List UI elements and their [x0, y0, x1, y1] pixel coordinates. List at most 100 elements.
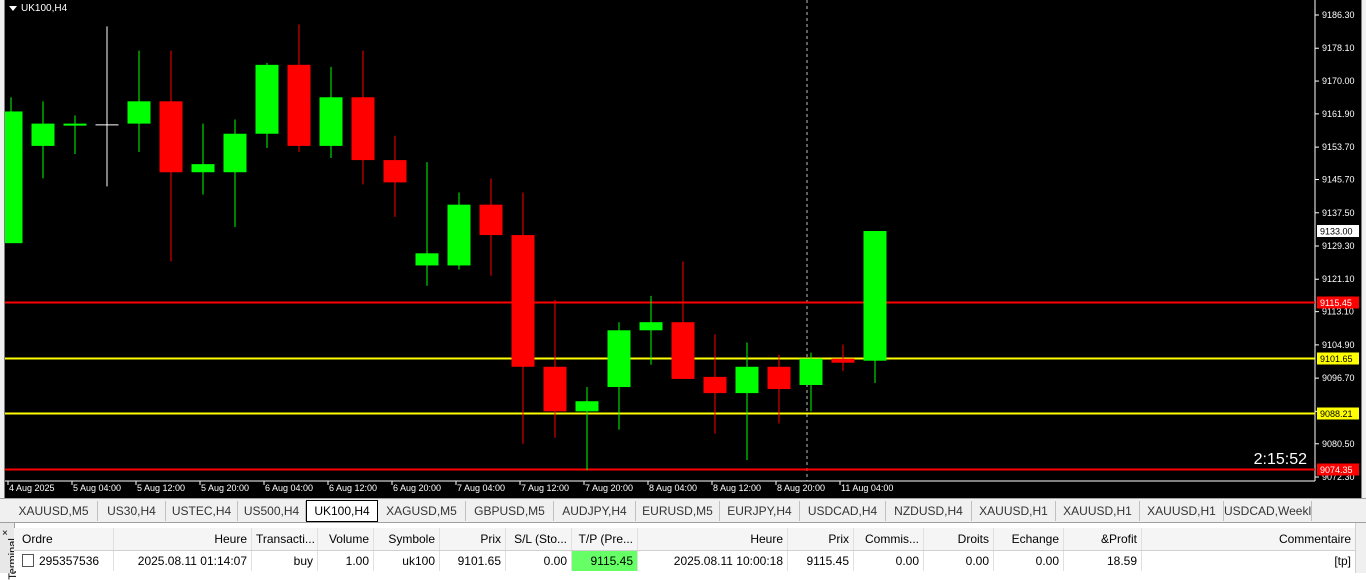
column-header[interactable]: Symbole — [374, 528, 440, 550]
deal-document-icon — [22, 554, 34, 567]
tab-eurusd-m5[interactable]: EURUSD,M5 — [636, 501, 720, 521]
column-header[interactable]: Prix — [440, 528, 506, 550]
table-cell-close-time: 2025.08.11 10:00:18 — [638, 551, 788, 571]
time-axis-label: 8 Aug 04:00 — [649, 483, 697, 493]
candle-bull — [607, 330, 631, 388]
column-header[interactable]: Prix — [788, 528, 854, 550]
column-header[interactable]: Droits — [924, 528, 994, 550]
chart-window[interactable]: 9186.30 9178.10 9170.00 9161.90 9153.70 9145.… — [0, 0, 1366, 498]
time-axis-label: 8 Aug 12:00 — [713, 483, 761, 493]
tab-nzdusd-h4[interactable]: NZDUSD,H4 — [886, 501, 972, 521]
candle-bear — [159, 101, 183, 173]
price-axis-label: 9137.50 — [1322, 208, 1355, 218]
tab-eurjpy-h4[interactable]: EURJPY,H4 — [720, 501, 800, 521]
tab-us30-h4[interactable]: US30,H4 — [98, 501, 166, 521]
candle-bull — [639, 322, 663, 331]
candle-bull — [63, 123, 87, 126]
column-header[interactable]: Heure — [114, 528, 252, 550]
column-header[interactable]: Ordre — [14, 528, 114, 550]
candle-bear — [287, 64, 311, 146]
column-header[interactable]: Volume — [318, 528, 374, 550]
tab-xagusd-m5[interactable]: XAGUSD,M5 — [378, 501, 466, 521]
tab-usdcad-h4[interactable]: USDCAD,H4 — [800, 501, 886, 521]
tab-us500-h4[interactable]: US500,H4 — [238, 501, 306, 521]
chart-tabs-bar: XAUUSD,M5 US30,H4 USTEC,H4 US500,H4 UK100,H4… — [0, 498, 1366, 522]
table-cell-tp: 9115.45 — [572, 551, 638, 571]
time-axis-label: 11 Aug 04:00 — [841, 483, 893, 493]
candle-bear — [703, 376, 727, 394]
candle-bull — [127, 101, 151, 124]
table-cell-volume: 1.00 — [318, 551, 374, 571]
candle-bull — [447, 204, 471, 266]
candle-bear — [351, 97, 375, 161]
price-axis-label: 9153.70 — [1322, 142, 1355, 152]
tab-audjpy-h4[interactable]: AUDJPY,H4 — [554, 501, 636, 521]
tab-gbpusd-m5[interactable]: GBPUSD,M5 — [466, 501, 554, 521]
price-axis-label: 9121.10 — [1322, 274, 1355, 284]
time-axis-label: 6 Aug 04:00 — [265, 483, 313, 493]
order-level-price-label: 9101.65 — [1320, 354, 1353, 364]
chart-area[interactable]: 9186.30 9178.10 9170.00 9161.90 9153.70 9145.… — [4, 0, 1362, 498]
time-axis-label: 7 Aug 20:00 — [585, 483, 633, 493]
current-price-label: 9133.00 — [1320, 227, 1353, 237]
candle-bear — [543, 366, 567, 412]
price-axis-label: 9178.10 — [1322, 43, 1355, 53]
candle-countdown-timer: 2:15:52 — [1253, 451, 1307, 468]
tab-xauusd-h1[interactable]: XAUUSD,H1 — [1140, 501, 1224, 521]
candle-bear — [511, 235, 535, 367]
time-axis-label: 5 Aug 04:00 — [73, 483, 121, 493]
candlestick-chart[interactable]: 9186.30 9178.10 9170.00 9161.90 9153.70 9145.… — [5, 0, 1361, 498]
tab-xauusd-m5[interactable]: XAUUSD,M5 — [10, 501, 98, 521]
chart-symbol-label[interactable]: UK100,H4 — [9, 3, 67, 14]
dropdown-triangle-icon[interactable] — [9, 5, 17, 11]
candle-bull — [191, 164, 215, 173]
table-cell-exchange: 0.00 — [994, 551, 1064, 571]
tab-uk100-h4[interactable]: UK100,H4 — [306, 500, 378, 522]
table-cell-commission: 0.00 — [854, 551, 924, 571]
time-axis-label: 7 Aug 04:00 — [457, 483, 505, 493]
tab-usdcad-weekl[interactable]: USDCAD,Weekl — [1224, 501, 1312, 521]
table-cell-symbol: uk100 — [374, 551, 440, 571]
order-number: 295357536 — [39, 554, 100, 568]
column-header[interactable]: Commis... — [854, 528, 924, 550]
time-axis-label: 5 Aug 20:00 — [201, 483, 249, 493]
column-header[interactable]: Heure — [638, 528, 788, 550]
order-level-price-label: 9115.45 — [1320, 298, 1352, 308]
history-table-header: Ordre Heure Transacti... Volume Symbole Prix S… — [14, 528, 1356, 551]
order-level-price-label: 9074.35 — [1320, 465, 1353, 475]
candle-bear — [479, 204, 503, 236]
price-axis-label: 9129.30 — [1322, 241, 1355, 251]
candle-bull — [735, 366, 759, 394]
tab-xauusd-h1[interactable]: XAUUSD,H1 — [972, 501, 1056, 521]
candle-bull — [799, 358, 823, 386]
column-header[interactable]: &Profit — [1064, 528, 1142, 550]
tab-xauusd-h1[interactable]: XAUUSD,H1 — [1056, 501, 1140, 521]
price-axis-label: 9080.50 — [1322, 439, 1355, 449]
table-cell-sl: 0.00 — [506, 551, 572, 571]
table-cell-open-time: 2025.08.11 01:14:07 — [114, 551, 252, 571]
table-cell-comment: [tp] — [1142, 551, 1356, 571]
time-axis-label: 6 Aug 12:00 — [329, 483, 377, 493]
time-axis-label: 6 Aug 20:00 — [393, 483, 441, 493]
terminal-sidebar: × Terminal — [0, 523, 19, 580]
column-header[interactable]: T/P (Pre... — [572, 528, 638, 550]
candle-bear — [767, 366, 791, 390]
candle-bear — [671, 322, 695, 379]
price-axis-label: 9104.90 — [1322, 340, 1355, 350]
price-axis-label: 9145.70 — [1322, 175, 1355, 185]
price-axis-label: 9186.30 — [1322, 10, 1355, 20]
terminal-scrollbar[interactable] — [1355, 523, 1366, 573]
candle-bull — [223, 133, 247, 173]
candle-bull — [319, 97, 343, 146]
tab-ustec-h4[interactable]: USTEC,H4 — [166, 501, 238, 521]
column-header[interactable]: Transacti... — [252, 528, 318, 550]
table-cell-order: 295357536 — [14, 551, 114, 571]
table-cell-swap-fees: 0.00 — [924, 551, 994, 571]
table-row[interactable]: 295357536 2025.08.11 01:14:07 buy 1.00 uk100… — [14, 551, 1356, 571]
candle-bull — [5, 111, 23, 244]
column-header[interactable]: Echange — [994, 528, 1064, 550]
column-header[interactable]: S/L (Sto... — [506, 528, 572, 550]
candle-bull — [255, 64, 279, 134]
column-header[interactable]: Commentaire — [1142, 528, 1356, 550]
order-level-price-label: 9088.21 — [1320, 409, 1353, 419]
